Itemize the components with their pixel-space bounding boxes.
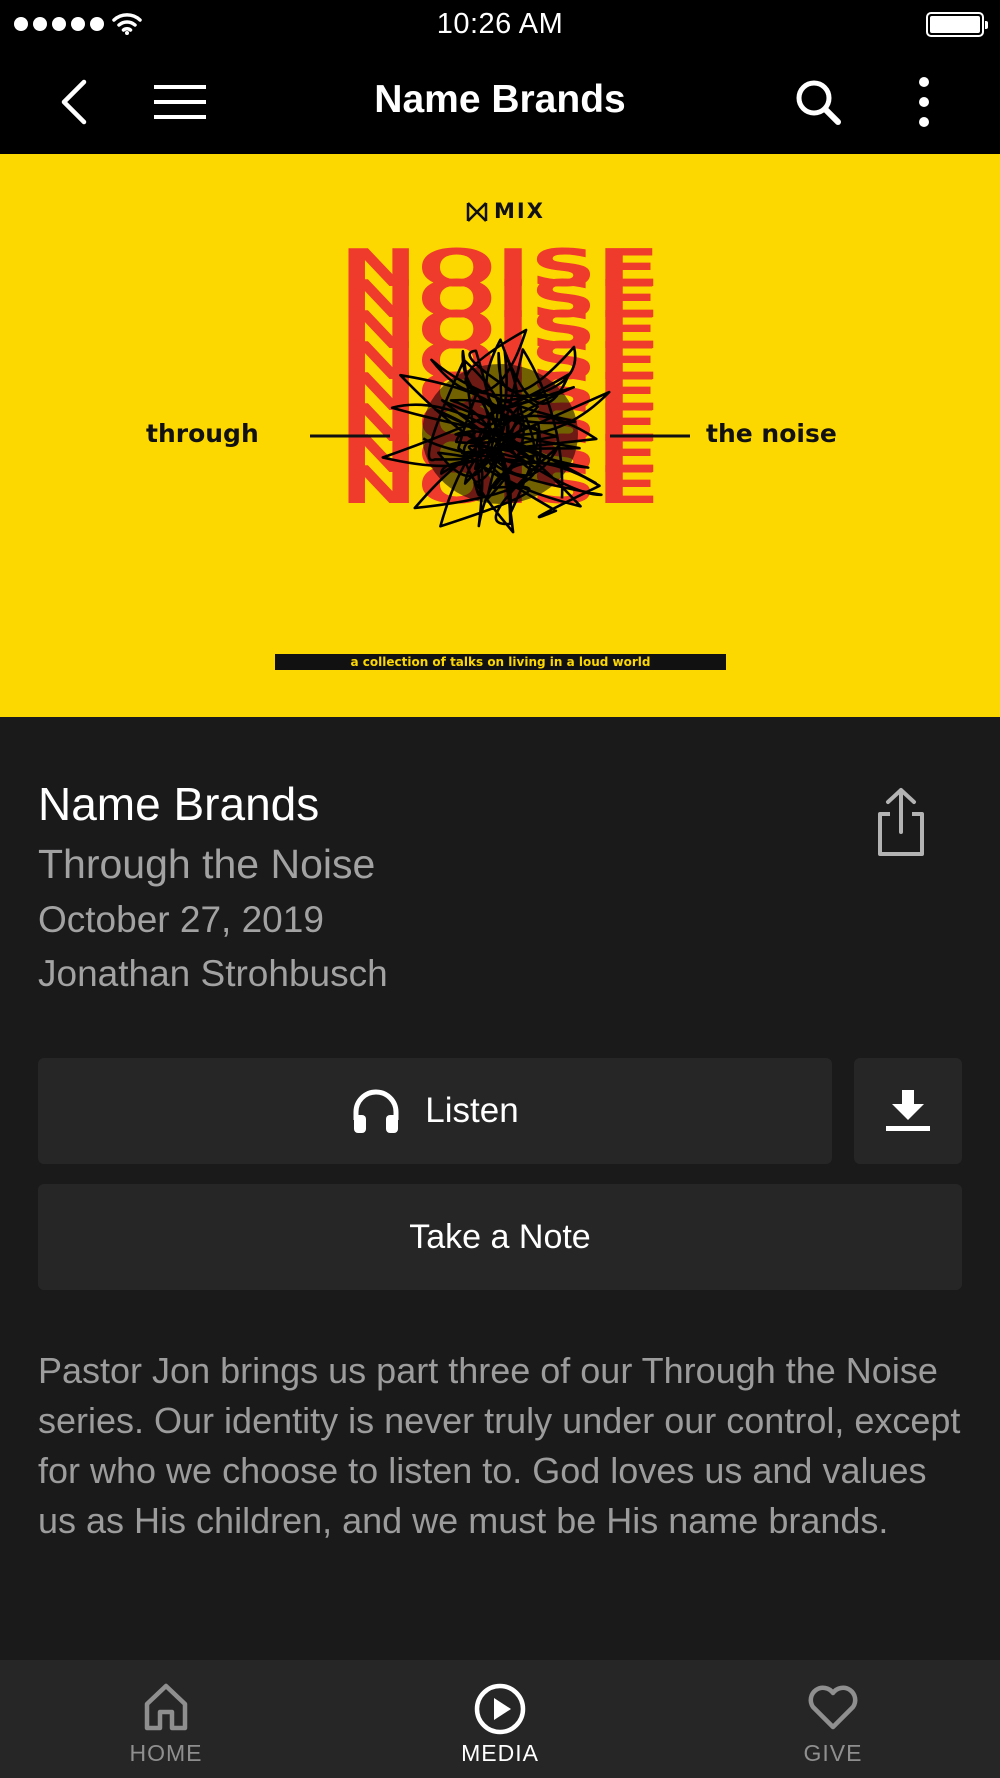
share-button[interactable] [868, 786, 934, 858]
share-icon [878, 788, 924, 856]
home-icon [144, 1683, 188, 1731]
episode-title: Name Brands [38, 778, 320, 830]
tab-give[interactable]: GIVE [713, 1660, 953, 1778]
cover-word-the-noise: the noise [706, 419, 837, 448]
more-options-button[interactable] [894, 72, 954, 132]
heart-icon [808, 1685, 858, 1730]
status-bar: 10:26 AM [0, 0, 1000, 50]
download-icon [886, 1090, 930, 1131]
page-title: Name Brands [374, 78, 626, 121]
headphones-icon [353, 1089, 399, 1133]
episode-speaker: Jonathan Strohbusch [38, 953, 388, 994]
play-circle-icon [474, 1683, 526, 1735]
series-name: Through the Noise [38, 841, 376, 887]
navigation-bar: Name Brands [0, 50, 1000, 154]
tab-media-label: MEDIA [461, 1740, 539, 1766]
tab-media[interactable]: MEDIA [380, 1660, 620, 1778]
search-button[interactable] [788, 72, 848, 132]
mix-brand-label: MIX [494, 199, 545, 223]
tab-give-label: GIVE [803, 1740, 863, 1766]
download-button[interactable] [854, 1058, 962, 1164]
episode-date: October 27, 2019 [38, 899, 324, 940]
take-a-note-button[interactable]: Take a Note [38, 1184, 962, 1290]
tab-home-label: HOME [129, 1740, 203, 1766]
mix-logo-icon [466, 202, 488, 222]
status-time: 10:26 AM [436, 8, 564, 40]
battery-icon [926, 12, 988, 37]
cover-word-through: through [146, 419, 259, 448]
tab-bar: HOME MEDIA GIVE [0, 1660, 1000, 1778]
tab-home[interactable]: HOME [46, 1660, 286, 1778]
listen-label: Listen [425, 1091, 519, 1130]
more-vertical-icon [919, 77, 929, 127]
episode-description: Pastor Jon brings us part three of our T… [38, 1350, 961, 1541]
episode-details: Name Brands Through the Noise October 27… [38, 776, 388, 1000]
series-cover-art: NOISENOISENOISENOISENOISENOISENOISENOISE… [0, 154, 1000, 717]
cover-tagline: a collection of talks on living in a lou… [275, 654, 726, 670]
search-icon [796, 80, 841, 125]
listen-button[interactable]: Listen [38, 1058, 832, 1164]
